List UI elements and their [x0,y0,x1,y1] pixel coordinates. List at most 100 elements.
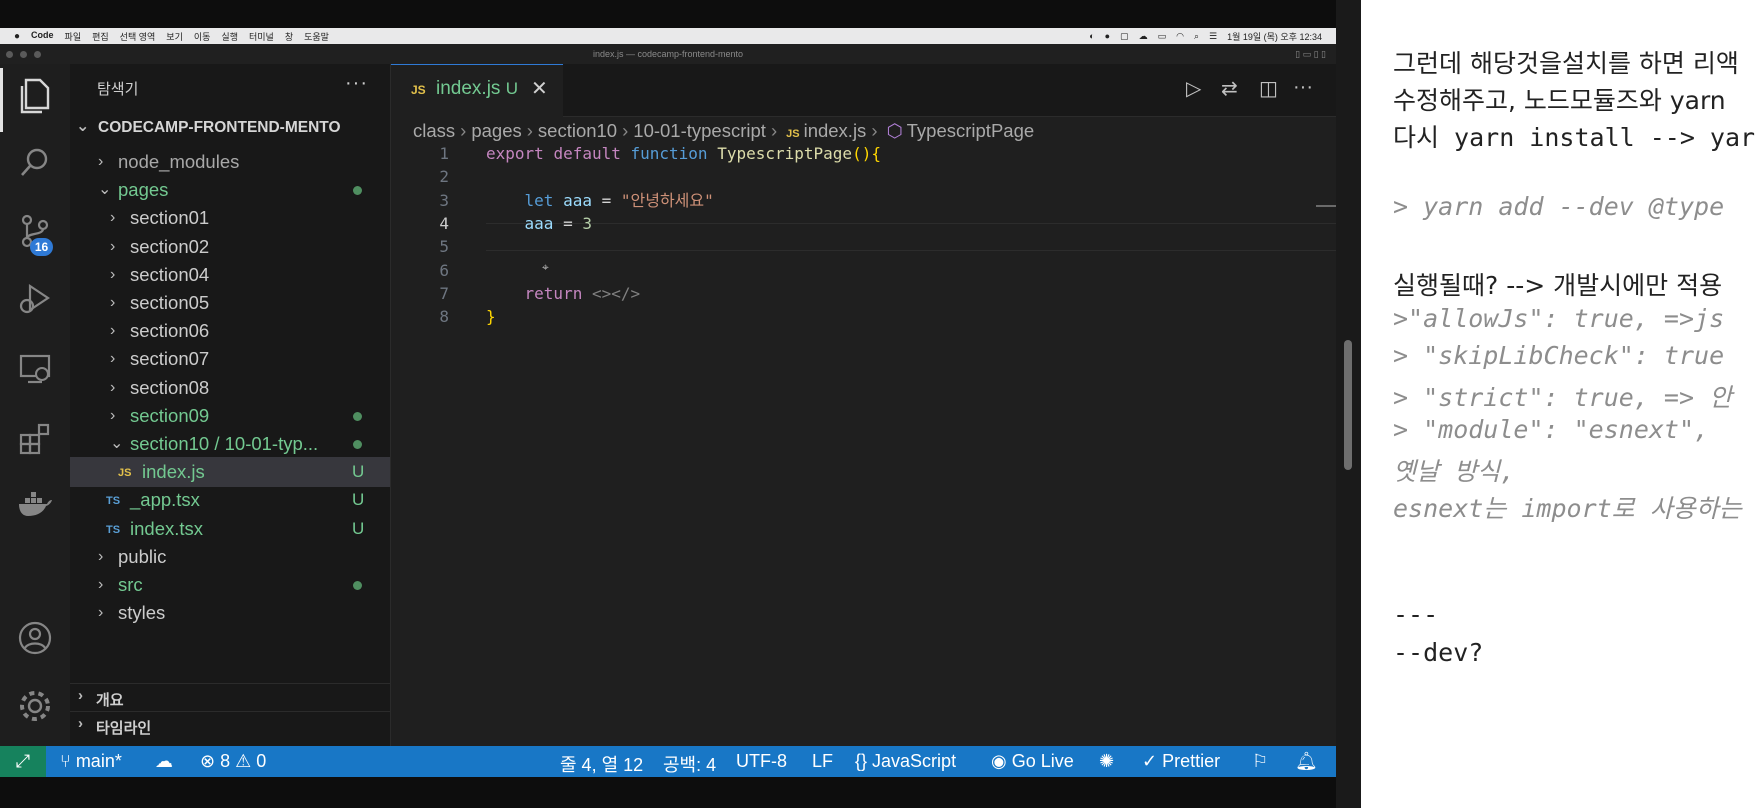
tree-item-label: section10 / 10-01-typ... [130,433,319,454]
docker-icon[interactable] [15,490,55,530]
menu-item[interactable]: Code [31,30,54,43]
menu-item[interactable]: 파일 [65,30,82,43]
tree-item[interactable]: › node_modules [70,147,390,177]
cursor-position[interactable]: 줄 4, 열 12 [560,751,643,777]
status-icon[interactable]: ☁ [1139,31,1148,42]
notifications-bell-icon[interactable]: 🔔︎ [1295,751,1318,772]
breadcrumb-item[interactable]: index.js [804,120,867,141]
breadcrumb-item[interactable]: 10-01-typescript [633,120,766,141]
problems-status[interactable]: ⊗ 8 ⚠ 0 [200,751,266,772]
breadcrumb-item[interactable]: class [413,120,455,141]
timeline-panel-header[interactable]: › 타임라인 [70,711,390,740]
code-token: "안녕하세요" [620,190,714,210]
tree-item[interactable]: › src [70,570,390,600]
tree-item[interactable]: ⌄ section10 / 10-01-typ... [70,429,390,459]
chevron-right-icon: › [110,322,116,340]
tree-item[interactable]: › section05 [70,288,390,318]
tree-item[interactable]: JS index.js U [70,457,390,488]
menu-item[interactable]: 터미널 [249,30,274,43]
tree-item-label: index.tsx [130,517,204,539]
feedback-icon[interactable]: ⚐ [1252,751,1268,772]
menu-item[interactable]: 이동 [194,30,211,43]
tree-item-label: section08 [130,376,210,398]
extensions-icon[interactable] [15,422,55,462]
window-title: index.js — codecamp-frontend-mento [592,49,744,59]
sync-icon[interactable]: ☁ [155,751,173,772]
tree-item[interactable]: › styles [70,598,390,628]
menu-item[interactable]: 도움말 [304,30,329,43]
tree-item[interactable]: › section04 [70,260,390,290]
window-zoom-button[interactable] [34,51,41,58]
tree-item[interactable]: › section02 [70,232,390,262]
tree-item[interactable]: TS index.tsx U [70,514,390,544]
status-icon[interactable]: ▢ [1120,31,1129,42]
editor-more-icon[interactable]: ··· [1293,76,1313,99]
menu-item[interactable]: 보기 [166,30,183,43]
more-actions-icon[interactable]: ··· [345,72,368,95]
breadcrumb-item[interactable]: section10 [538,120,617,141]
code-line: 4 aaa = 3 [391,211,1336,237]
status-icon[interactable]: ◐ [1089,31,1094,41]
explorer-icon[interactable] [15,78,55,118]
chevron-down-icon: ⌄ [110,435,124,452]
tree-item[interactable]: › section01 [70,203,390,233]
remote-explorer-icon[interactable] [15,352,55,392]
window-close-button[interactable] [6,51,13,58]
menu-item[interactable]: 편집 [92,30,109,43]
chevron-right-icon: › [110,294,116,311]
close-icon[interactable]: ✕ [531,76,548,101]
remote-indicator-icon[interactable]: ⤢ [0,746,46,777]
note-line: esnext는 import로 사용하는 [1393,494,1742,523]
go-live-button[interactable]: ◉ Go Live [991,751,1074,772]
outline-panel-header[interactable]: › 개요 [70,683,390,712]
control-center-icon[interactable]: ☰ [1209,31,1217,42]
code-token: (){ [852,144,881,163]
menu-datetime[interactable]: 1월 19일 (목) 오후 12:34 [1227,30,1322,43]
code-token: 3 [582,213,592,233]
account-icon[interactable] [15,620,55,660]
end-of-line[interactable]: LF [812,751,833,772]
run-icon[interactable]: ▷ [1186,76,1201,101]
menu-items: Code 파일 편집 선택 영역 보기 이동 실행 터미널 창 도움말 [31,30,340,43]
manage-gear-icon[interactable] [15,688,55,728]
encoding[interactable]: UTF-8 [736,751,787,772]
branch-status[interactable]: ⑂ main* [60,751,122,772]
tab-index-js[interactable]: JS index.js U ✕ [391,64,563,118]
tree-item[interactable]: › section09 [70,401,390,431]
chevron-right-icon: › [98,153,104,170]
wifi-icon[interactable]: ◠ [1176,31,1184,42]
status-icon[interactable]: ● [1105,31,1110,41]
indent-spaces[interactable]: 공백: 4 [663,751,716,777]
window-minimize-button[interactable] [20,51,27,58]
menu-item[interactable]: 실행 [221,30,238,43]
prettier-status[interactable]: ✓ Prettier [1142,751,1220,772]
code-text: export default function TypescriptPage()… [486,141,881,167]
tree-item[interactable]: › section08 [70,373,390,403]
spotlight-icon[interactable]: ⌕ [1194,31,1199,42]
ts-file-icon: TS [106,523,121,536]
split-editor-icon[interactable]: ◫ [1259,76,1278,101]
breadcrumb-item[interactable]: TypescriptPage [907,120,1035,141]
search-icon[interactable] [15,146,55,186]
workspace-root[interactable]: ⌄ CODECAMP-FRONTEND-MENTO [70,118,390,141]
apple-menu-icon[interactable]: ● [14,31,20,42]
tree-item-label: node_modules [118,151,240,172]
menu-item[interactable]: 선택 영역 [120,30,156,43]
status-gear-icon[interactable]: ✺ [1099,751,1114,772]
language-mode[interactable]: {} JavaScript [855,751,956,772]
menu-item[interactable]: 창 [285,30,293,43]
tree-item[interactable]: TS _app.tsx U [70,485,390,515]
layout-controls-icon[interactable]: ▯ ▭ ▯ ▯ [1295,44,1326,64]
modified-dot [353,186,362,196]
tree-item[interactable]: › section07 [70,344,390,374]
battery-icon[interactable]: ▭ [1158,31,1167,42]
tree-item[interactable]: › public [70,542,390,572]
run-debug-icon[interactable] [15,282,55,322]
compare-changes-icon[interactable]: ⇄ [1221,76,1238,101]
breadcrumb-item[interactable]: pages [471,120,521,141]
tree-item[interactable]: › section06 [70,316,390,346]
divider-scroll-handle[interactable] [1344,340,1352,470]
code-line: 2 [391,164,1336,190]
note-line: 그런데 해당것을설치를 하면 리액 [1393,49,1739,78]
tree-item[interactable]: ⌄ pages [70,175,390,205]
